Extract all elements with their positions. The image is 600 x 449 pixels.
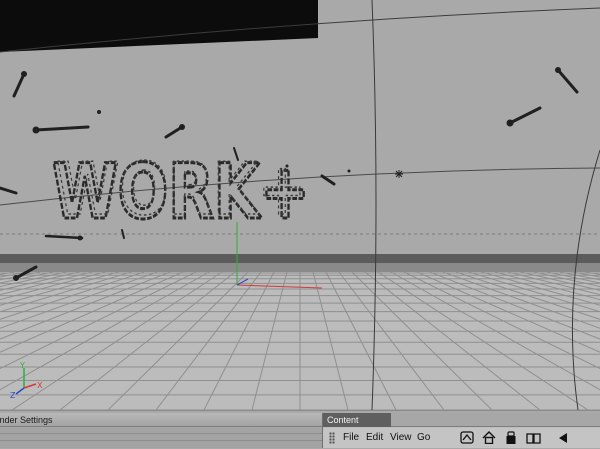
drag-grip-icon[interactable]: [329, 432, 335, 444]
menu-edit[interactable]: Edit: [366, 431, 383, 445]
horizon-shadow: [0, 263, 600, 273]
panel-divider: [0, 440, 322, 441]
home-icon: [482, 431, 496, 444]
viewport-canvas[interactable]: WORK+ WORK+ Y X Z: [0, 0, 600, 410]
menu-file[interactable]: File: [343, 431, 359, 445]
book-icon: [525, 432, 541, 444]
screw-fragment: [347, 169, 351, 173]
home-button[interactable]: [481, 430, 497, 445]
screw-fragment: [97, 110, 101, 114]
lock-icon: [506, 430, 516, 444]
render-settings-label: Render Settings: [0, 415, 53, 425]
menu-go[interactable]: Go: [417, 431, 430, 445]
gizmo-x-label: X: [37, 381, 43, 390]
3d-viewport[interactable]: WORK+ WORK+ Y X Z: [0, 0, 600, 410]
render-settings-tab[interactable]: Render Settings: [0, 413, 322, 427]
object-label-shadow: WORK+: [56, 147, 306, 231]
content-browser-menubar: File Edit View Go: [323, 428, 600, 448]
lock-button[interactable]: [503, 430, 519, 445]
gizmo-z-label: Z: [10, 391, 16, 400]
light-locator-icon[interactable]: [395, 170, 403, 178]
screw-fragment: [285, 164, 289, 168]
menu-view[interactable]: View: [390, 431, 412, 445]
content-browser-tab[interactable]: Content Browser: [323, 413, 391, 439]
gizmo-y-label: Y: [19, 361, 25, 370]
bookmark-button[interactable]: [525, 430, 541, 445]
back-arrow-icon: [559, 432, 567, 443]
content-browser-panel: Content Browser File Edit View Go: [322, 413, 600, 448]
panel-divider: [0, 433, 322, 434]
horizon-band: [0, 254, 600, 264]
work-plus-object[interactable]: WORK+ WORK+: [51, 146, 312, 238]
content-browser-tabbar: [391, 413, 600, 427]
render-settings-panel: [0, 428, 322, 448]
navigate-icon: [460, 431, 474, 444]
navigate-button[interactable]: [459, 430, 475, 445]
back-button[interactable]: [555, 430, 571, 445]
